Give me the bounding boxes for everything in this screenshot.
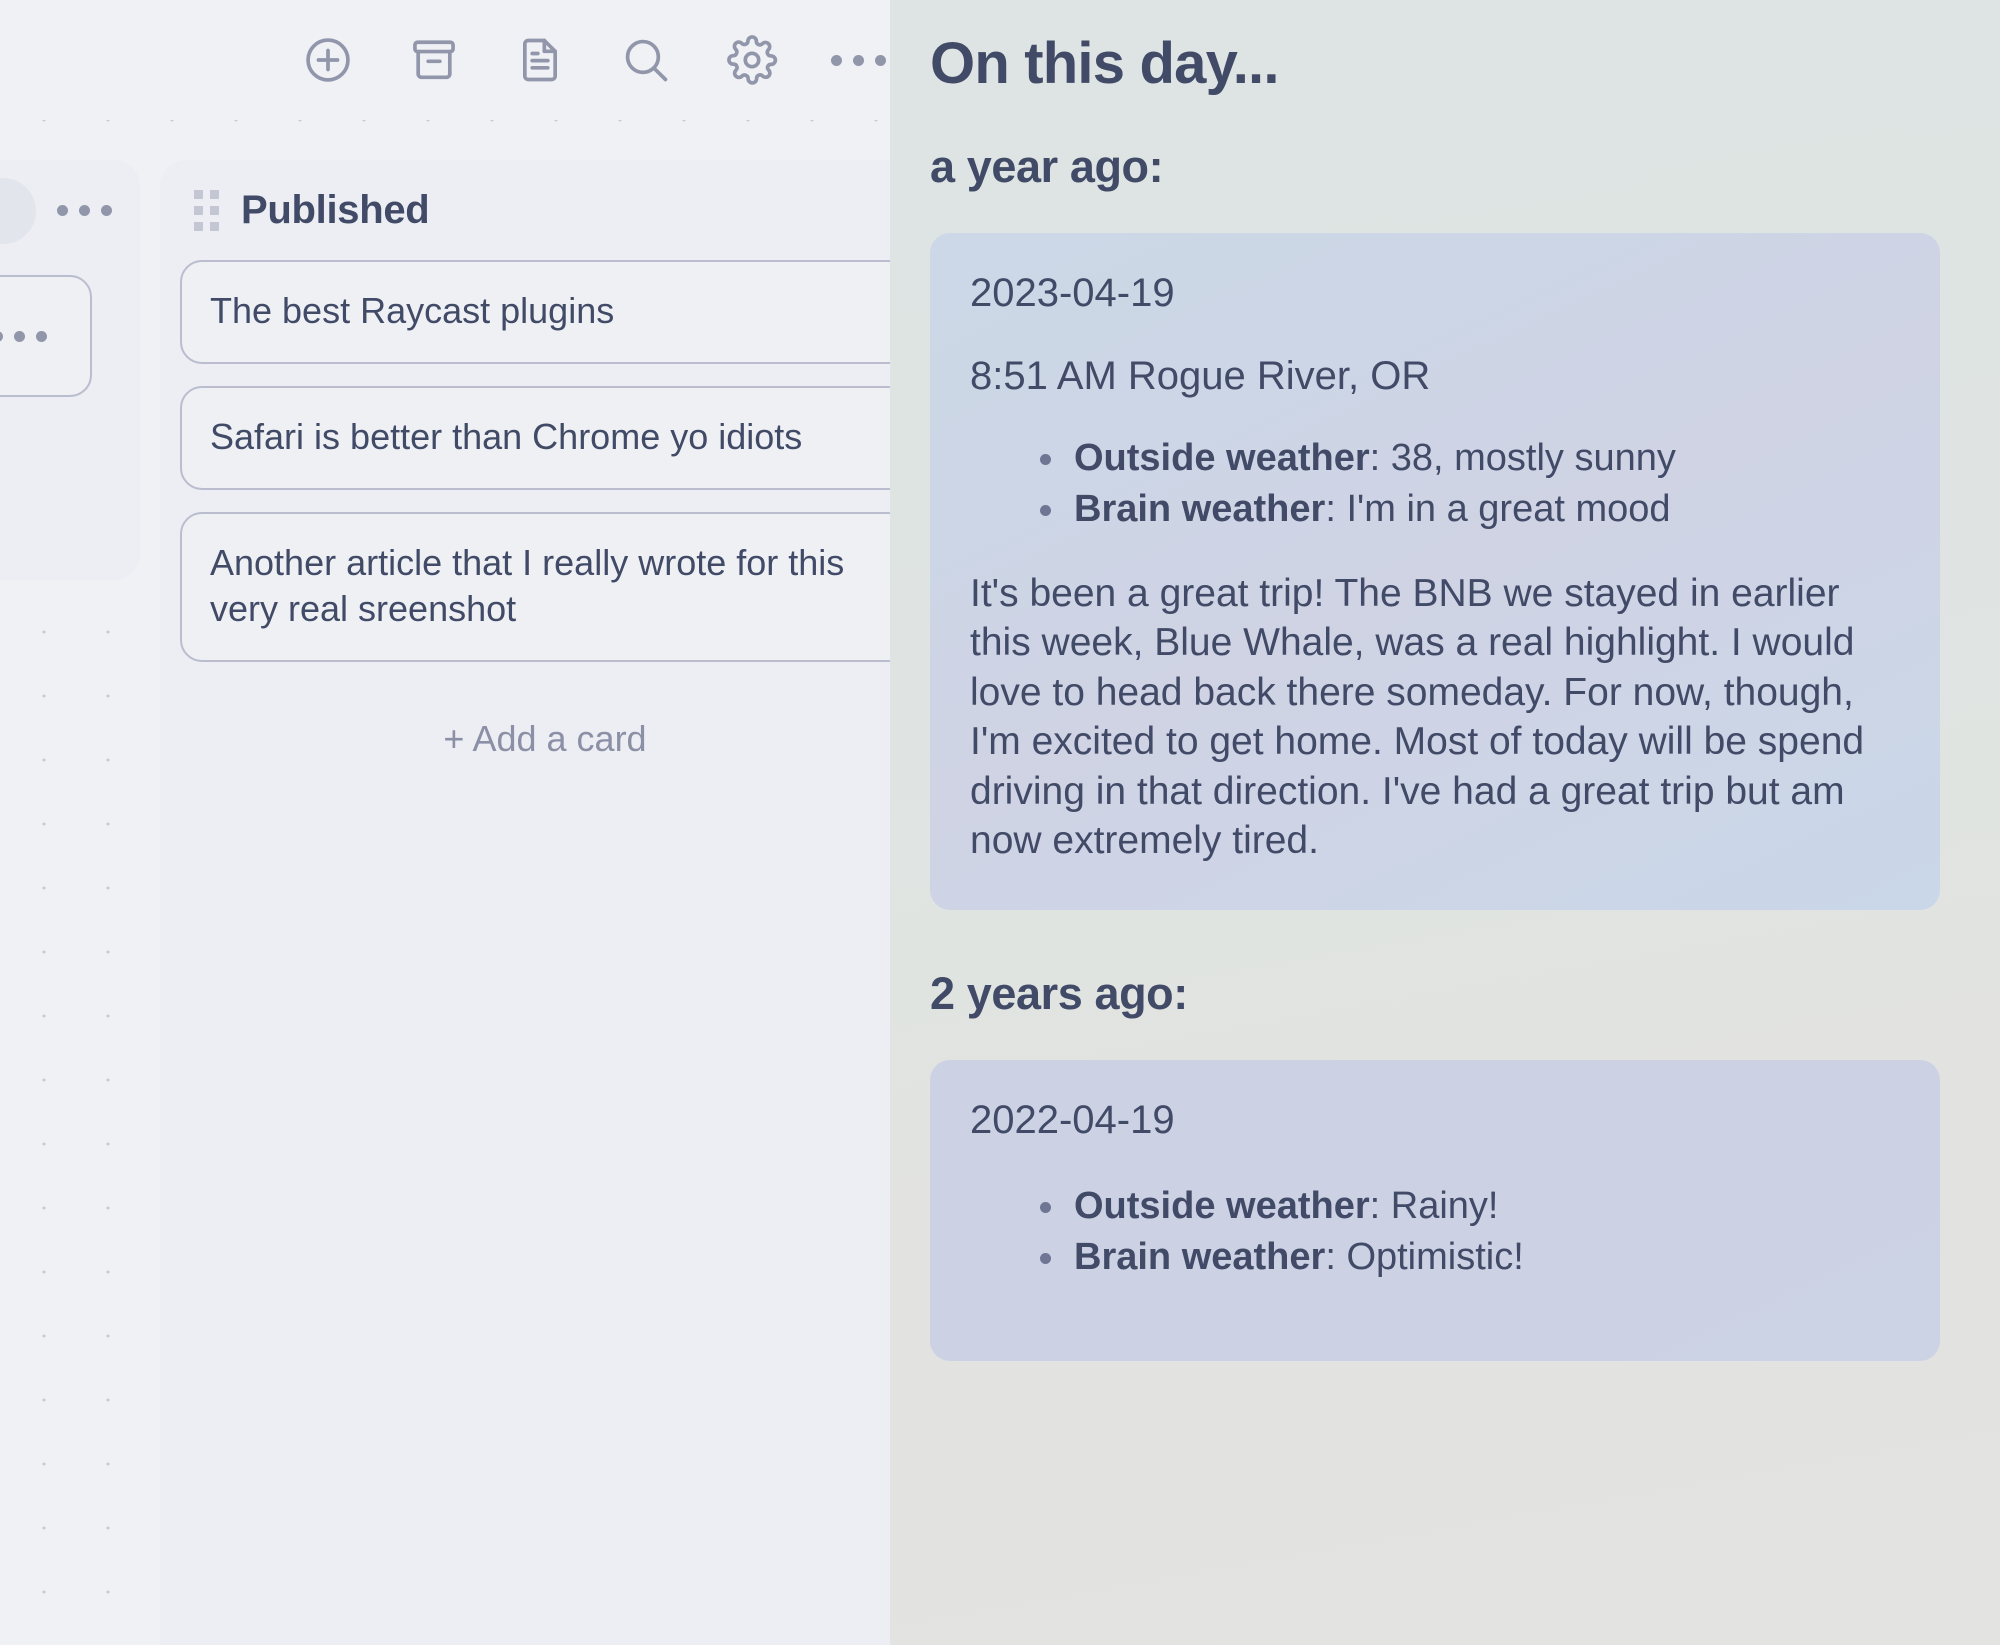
list-item: Outside weather: Rainy! (1036, 1181, 1900, 1232)
board-card[interactable]: The best Raycast plugins (180, 260, 890, 365)
bullet-sep: : (1325, 487, 1347, 530)
list-item: Brain weather: I'm in a great mood (1036, 484, 1900, 535)
add-card-button[interactable]: + Add a card (180, 684, 890, 780)
bullet-value: I'm in a great mood (1346, 487, 1671, 530)
add-circle-icon[interactable] (300, 32, 356, 88)
entry-bullet-list: Outside weather: 38, mostly sunny Brain … (970, 433, 1900, 535)
bullet-value: Rainy! (1390, 1184, 1499, 1227)
bullet-sep: : (1369, 1184, 1391, 1227)
more-icon[interactable] (57, 204, 112, 216)
entry-date: 2022-04-19 (970, 1097, 1175, 1142)
search-icon[interactable] (618, 32, 674, 88)
bullet-sep: : (1325, 1235, 1347, 1278)
list-item: Brain weather: Optimistic! (1036, 1232, 1900, 1283)
section-heading-2-years-ago: 2 years ago: (930, 967, 1188, 1019)
on-this-day-panel: On this day... a year ago: 2023-04-19 8:… (890, 0, 2000, 1645)
bullet-label: Brain weather (1074, 1235, 1326, 1278)
journal-entry[interactable]: 2022-04-19 Outside weather: Rainy! Brain… (930, 1059, 1940, 1361)
bullet-label: Outside weather (1074, 437, 1370, 479)
kanban-board: Published The best Raycast plugins Safar… (0, 0, 890, 1645)
entry-bullet-list: Outside weather: Rainy! Brain weather: O… (970, 1181, 1900, 1283)
card-list: The best Raycast plugins Safari is bette… (160, 260, 890, 780)
more-icon[interactable] (830, 32, 886, 88)
bullet-label: Brain weather (1074, 487, 1326, 530)
column-header: Published (160, 160, 890, 260)
board-column-published: Published The best Raycast plugins Safar… (160, 160, 890, 1645)
card-more-icon[interactable] (0, 330, 47, 342)
gear-icon[interactable] (724, 32, 780, 88)
archive-icon[interactable] (406, 32, 462, 88)
page-title: On this day... (930, 31, 1279, 96)
board-card-partial[interactable] (0, 275, 92, 397)
entry-date: 2023-04-19 (970, 271, 1175, 315)
section-heading-a-year-ago: a year ago: (930, 141, 1164, 192)
document-icon[interactable] (512, 32, 568, 88)
board-card[interactable]: Safari is better than Chrome yo idiots (180, 386, 890, 491)
drag-handle-icon[interactable] (194, 189, 219, 231)
list-item: Outside weather: 38, mostly sunny (1036, 433, 1900, 484)
journal-entry[interactable]: 2023-04-19 8:51 AM Rogue River, OR Outsi… (930, 233, 1940, 910)
bullet-value: 38, mostly sunny (1390, 437, 1676, 479)
app-root: Published The best Raycast plugins Safar… (0, 0, 2000, 1645)
board-toolbar (0, 0, 890, 120)
bullet-sep: : (1369, 437, 1391, 479)
board-card[interactable]: Another article that I really wrote for … (180, 512, 890, 663)
bullet-value: Optimistic! (1346, 1235, 1524, 1278)
entry-body: It's been a great trip! The BNB we staye… (970, 571, 1865, 863)
entry-location: 8:51 AM Rogue River, OR (970, 354, 1431, 398)
column-title: Published (241, 187, 430, 232)
bullet-label: Outside weather (1074, 1184, 1370, 1227)
